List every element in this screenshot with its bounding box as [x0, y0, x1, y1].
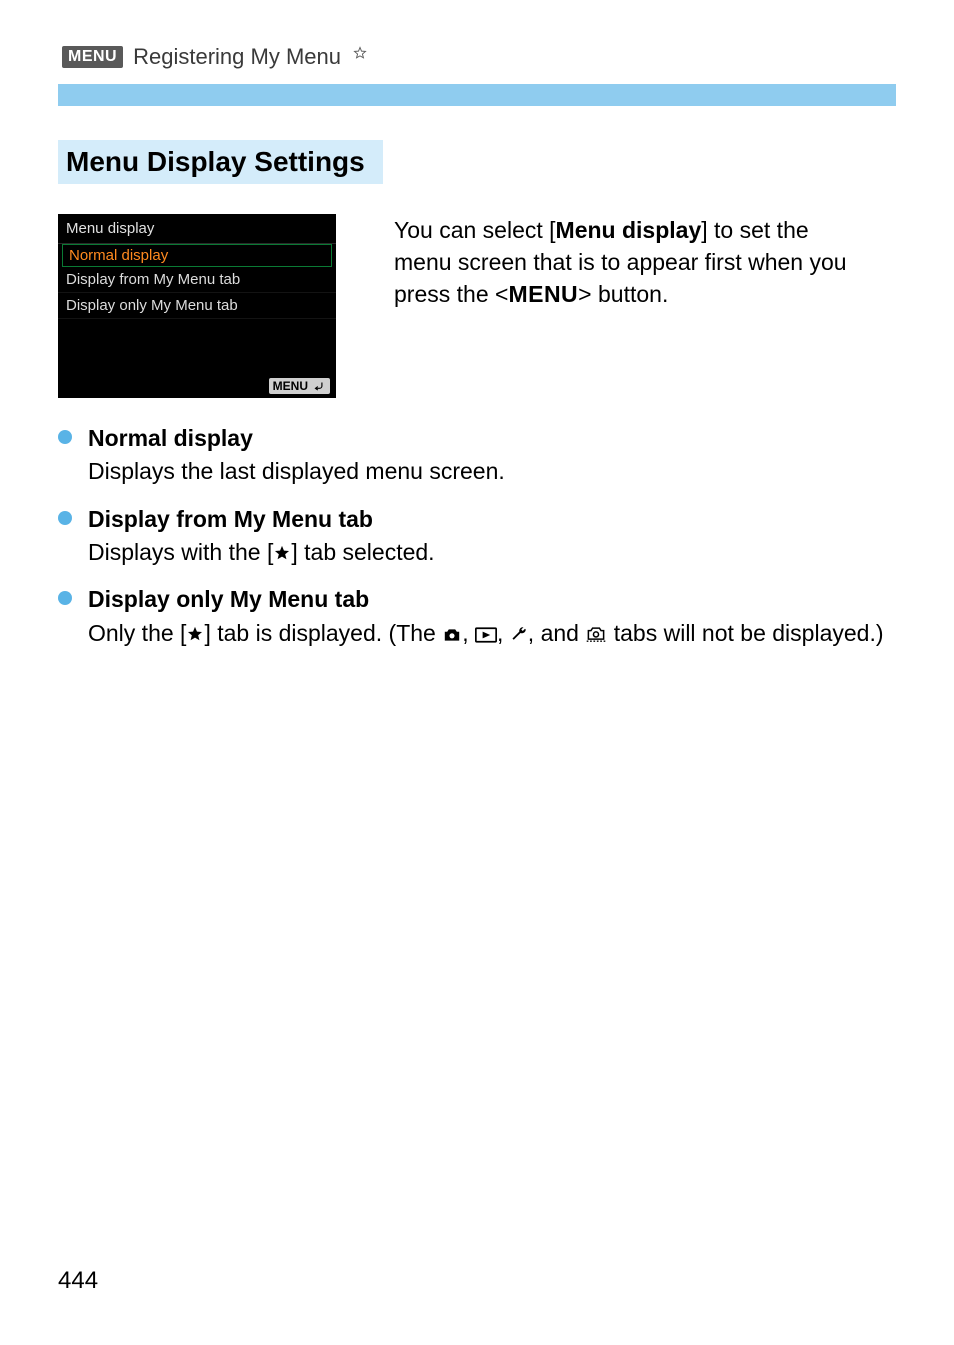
- bullet-text-part: , and: [528, 620, 586, 646]
- star-icon: [353, 46, 367, 60]
- bullet-title: Display only My Menu tab: [88, 583, 896, 616]
- page-number: 444: [58, 1267, 98, 1295]
- bullet-text-part: tabs will not be displayed.): [607, 620, 883, 646]
- lcd-item[interactable]: Display from My Menu tab: [58, 267, 336, 293]
- lcd-item-selected[interactable]: Normal display: [62, 244, 332, 267]
- bullet-text-part: ,: [497, 620, 510, 646]
- bullet-title: Normal display: [88, 422, 896, 455]
- bullet-text: Displays with the [ ] tab selected.: [88, 536, 896, 569]
- bullet-text-part: Only the [: [88, 620, 186, 646]
- wrench-icon: [510, 625, 528, 643]
- desc-text: > button.: [578, 281, 668, 307]
- page-header-title: Registering My Menu: [133, 44, 341, 70]
- star-filled-icon: [273, 544, 291, 562]
- custom-camera-icon: [585, 625, 607, 643]
- description-paragraph: You can select [Menu display] to set the…: [394, 214, 864, 398]
- lcd-footer: MENU: [58, 374, 336, 398]
- lcd-item[interactable]: Display only My Menu tab: [58, 293, 336, 319]
- bullet-dot-icon: [58, 430, 72, 444]
- bullet-text-part: ] tab selected.: [291, 539, 434, 565]
- bullet-text-part: ] tab is displayed. (The: [204, 620, 442, 646]
- desc-text: You can select [: [394, 217, 556, 243]
- menu-back-chip-label: MENU: [273, 379, 308, 393]
- bullet-dot-icon: [58, 511, 72, 525]
- menu-badge: MENU: [62, 46, 123, 68]
- section-heading: Menu Display Settings: [58, 140, 383, 184]
- menu-word: MENU: [508, 281, 578, 307]
- menu-back-chip[interactable]: MENU: [269, 378, 330, 394]
- list-item: Display from My Menu tab Displays with t…: [58, 503, 896, 570]
- star-filled-icon: [186, 625, 204, 643]
- bullet-dot-icon: [58, 591, 72, 605]
- header-rule: [58, 84, 896, 106]
- list-item: Display only My Menu tab Only the [ ] tab…: [58, 583, 896, 650]
- bullet-text: Displays the last displayed menu screen.: [88, 455, 896, 488]
- bullets-list: Normal display Displays the last display…: [58, 422, 896, 650]
- bullet-title: Display from My Menu tab: [88, 503, 896, 536]
- camera-lcd: Menu display Normal display Display from…: [58, 214, 336, 398]
- list-item: Normal display Displays the last display…: [58, 422, 896, 489]
- bullet-text-part: Displays with the [: [88, 539, 273, 565]
- desc-bold: Menu display: [556, 217, 702, 243]
- lcd-title: Menu display: [58, 214, 336, 243]
- camera-icon: [442, 627, 462, 643]
- bullet-text: Only the [ ] tab is displayed. (The , , ,…: [88, 617, 896, 650]
- bullet-text-part: ,: [462, 620, 475, 646]
- playback-icon: [475, 627, 497, 643]
- return-arrow-icon: [312, 380, 326, 392]
- page-header: MENU Registering My Menu: [58, 44, 896, 70]
